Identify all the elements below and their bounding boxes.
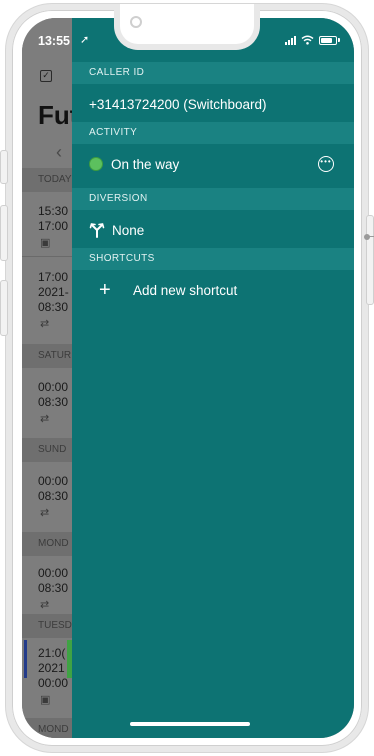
volume-up-button bbox=[0, 205, 8, 261]
diversion-icon bbox=[89, 223, 105, 238]
repeat-icon: ⇄ bbox=[40, 599, 50, 611]
location-arrow-icon: ➚ bbox=[80, 34, 90, 46]
plus-icon: + bbox=[99, 279, 111, 301]
background-row-time: 17:00 bbox=[38, 270, 69, 284]
background-row-time: 08:30 bbox=[38, 300, 69, 314]
event-color-bar bbox=[24, 640, 27, 678]
cellular-signal-icon bbox=[285, 35, 296, 45]
background-row-time: 00:00 bbox=[38, 474, 69, 488]
status-dot-icon bbox=[89, 157, 103, 171]
repeat-icon: ⇄ bbox=[40, 507, 50, 519]
checkbox-icon: ✓ bbox=[40, 70, 52, 82]
caller-id-header: CALLER ID bbox=[72, 62, 354, 84]
calendar-icon: ▣ bbox=[40, 694, 51, 706]
caller-id-value: +31413724200 (Switchboard) bbox=[89, 96, 267, 112]
battery-icon bbox=[319, 35, 337, 45]
add-shortcut-label: Add new shortcut bbox=[133, 282, 238, 298]
power-button bbox=[366, 215, 374, 305]
status-time: 13:55 bbox=[38, 34, 70, 48]
background-row-time: 00:00 bbox=[38, 380, 69, 394]
callout-dot bbox=[364, 234, 370, 240]
caller-id-row[interactable]: +31413724200 (Switchboard) bbox=[72, 84, 354, 124]
background-row-time: 21:0( bbox=[38, 646, 66, 660]
background-row-date: 2021 bbox=[38, 661, 65, 675]
chevron-left-icon: ‹ bbox=[56, 142, 62, 162]
background-row-time: 08:30 bbox=[38, 489, 69, 503]
side-drawer: CALLER ID +31413724200 (Switchboard) ACT… bbox=[72, 18, 354, 738]
calendar-icon: ▣ bbox=[40, 237, 51, 249]
diversion-value: None bbox=[112, 222, 145, 238]
volume-down-button bbox=[0, 280, 8, 336]
mute-switch bbox=[0, 150, 8, 184]
activity-row[interactable]: On the way ••• bbox=[72, 144, 354, 184]
background-row-time: 17:00 bbox=[38, 219, 69, 233]
status-icons bbox=[285, 35, 340, 45]
screen: ✓ Fut ‹ TODAY 15:30 17:00 ▣ 17:00 2021- … bbox=[22, 18, 354, 738]
diversion-row[interactable]: None bbox=[72, 210, 354, 250]
battery-tip bbox=[338, 38, 340, 42]
background-row-time: 00:00 bbox=[38, 676, 69, 690]
repeat-icon: ⇄ bbox=[40, 318, 50, 330]
add-shortcut-button[interactable]: + Add new shortcut bbox=[72, 270, 354, 310]
background-row-time: 08:30 bbox=[38, 395, 69, 409]
home-indicator[interactable] bbox=[130, 722, 250, 726]
background-row-time: 00:00 bbox=[38, 566, 69, 580]
activity-value: On the way bbox=[111, 156, 180, 172]
camera-icon bbox=[130, 16, 142, 28]
diversion-header: DIVERSION bbox=[72, 188, 354, 210]
activity-header: ACTIVITY bbox=[72, 122, 354, 144]
wifi-icon bbox=[301, 35, 314, 45]
background-row-date: 2021- bbox=[38, 285, 69, 299]
background-row-time: 15:30 bbox=[38, 204, 69, 218]
more-options-icon[interactable]: ••• bbox=[318, 156, 334, 172]
shortcuts-header: SHORTCUTS bbox=[72, 248, 354, 270]
repeat-icon: ⇄ bbox=[40, 413, 50, 425]
background-row-time: 08:30 bbox=[38, 581, 69, 595]
